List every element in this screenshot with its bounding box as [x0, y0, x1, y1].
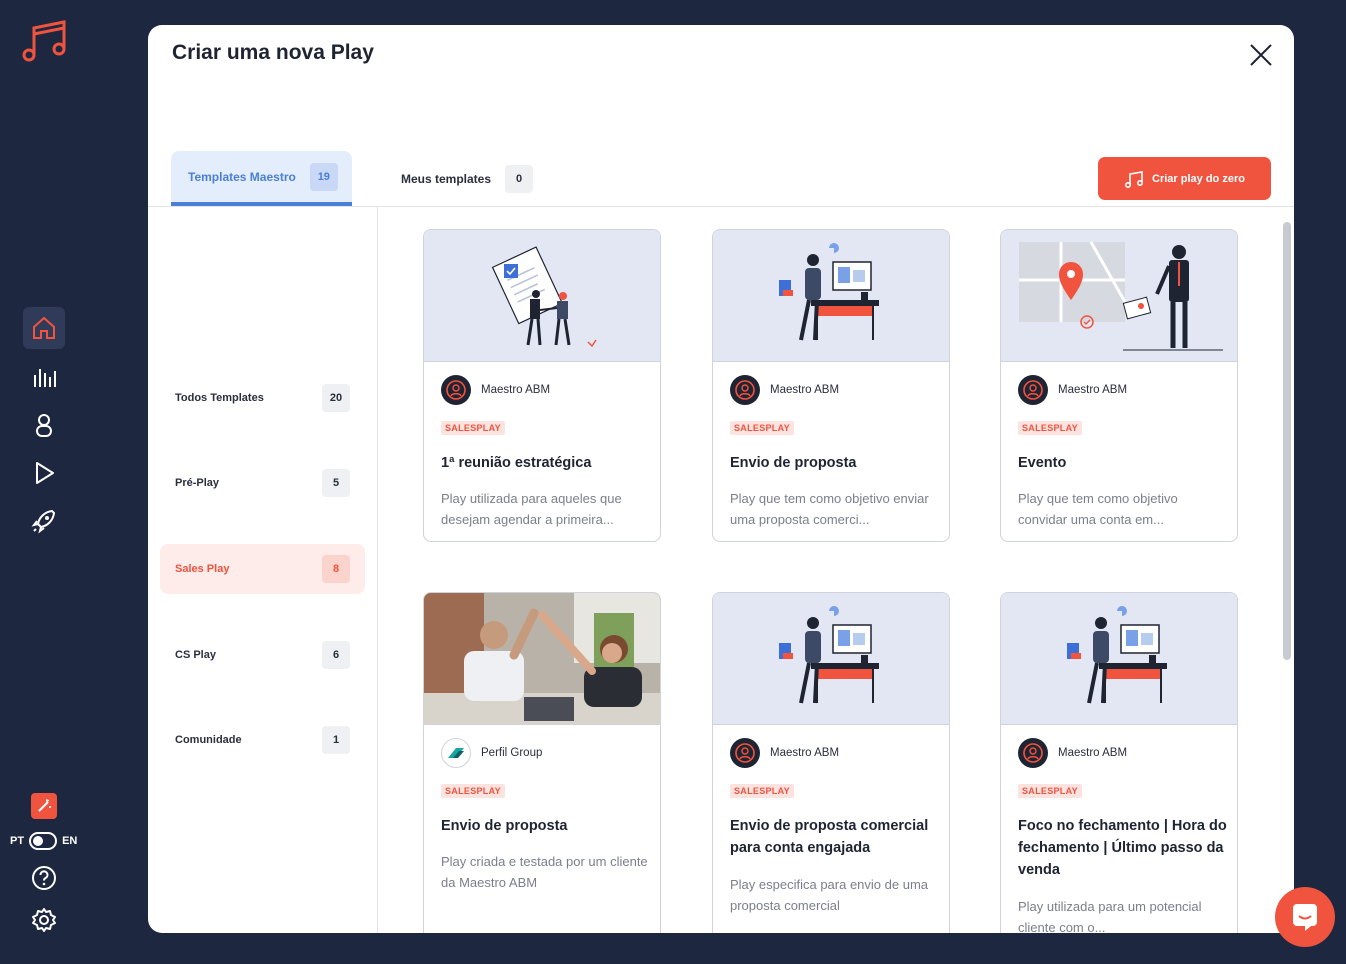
card-title: Envio de proposta [441, 818, 568, 834]
category-pre-play[interactable]: Pré-Play 5 [160, 458, 365, 508]
card-tag: SALESPLAY [441, 784, 505, 798]
card-author: Perfil Group [441, 738, 542, 768]
scrollbar[interactable] [1283, 222, 1291, 660]
author-name: Maestro ABM [770, 384, 840, 396]
tab-meus-templates[interactable]: Meus templates 0 [401, 151, 534, 206]
card-title: Envio de proposta [730, 455, 857, 471]
category-cs-play[interactable]: CS Play 6 [160, 630, 365, 680]
card-author: Maestro ABM [730, 738, 839, 768]
template-card[interactable]: Perfil Group SALESPLAY Envio de proposta… [423, 592, 661, 933]
play-icon[interactable] [23, 452, 65, 494]
lang-switch[interactable] [29, 832, 58, 850]
category-todos-templates[interactable]: Todos Templates 20 [160, 373, 365, 423]
app-rail: PT EN [0, 0, 88, 964]
music-note-logo-icon[interactable] [20, 16, 70, 66]
magic-wand-icon[interactable] [31, 793, 57, 819]
close-icon[interactable] [1248, 42, 1274, 68]
create-play-modal: Criar uma nova Play Templates Maestro 19… [148, 25, 1294, 933]
category-label: Sales Play [175, 563, 230, 575]
author-name: Maestro ABM [481, 384, 551, 396]
card-description: Play utilizada para um potencial cliente… [1018, 899, 1202, 933]
card-author: Maestro ABM [730, 375, 839, 405]
modal-title: Criar uma nova Play [172, 41, 374, 64]
language-toggle[interactable]: PT EN [10, 831, 80, 851]
template-card[interactable]: Maestro ABM SALESPLAY 1ª reunião estraté… [423, 229, 661, 542]
card-title: Envio de proposta comercial para conta e… [730, 818, 929, 856]
card-description: Play que tem como objetivo convidar uma … [1018, 491, 1178, 527]
card-description: Play criada e testada por um cliente da … [441, 854, 648, 890]
category-count: 20 [322, 384, 350, 412]
tab-count: 0 [505, 164, 534, 193]
category-label: Pré-Play [175, 477, 220, 489]
category-count: 5 [322, 469, 350, 497]
card-illustration [424, 230, 660, 362]
card-author: Maestro ABM [1018, 738, 1127, 768]
help-icon[interactable] [23, 857, 65, 899]
author-name: Maestro ABM [770, 747, 840, 759]
avatar [441, 738, 471, 768]
rocket-icon[interactable] [23, 500, 65, 542]
card-tag: SALESPLAY [730, 421, 794, 435]
bar-chart-icon[interactable] [23, 356, 65, 398]
tab-label: Meus templates [401, 171, 492, 186]
card-tag: SALESPLAY [730, 784, 794, 798]
author-name: Maestro ABM [1058, 747, 1128, 759]
card-title: 1ª reunião estratégica [441, 455, 592, 471]
avatar [730, 738, 760, 768]
avatar [441, 375, 471, 405]
card-illustration [713, 593, 949, 725]
card-tag: SALESPLAY [1018, 421, 1082, 435]
category-comunidade[interactable]: Comunidade 1 [160, 715, 365, 765]
category-label: CS Play [175, 649, 216, 661]
avatar [730, 375, 760, 405]
avatar [1018, 375, 1048, 405]
chat-bubble-icon [1293, 904, 1317, 931]
create-play-from-scratch-button[interactable]: Criar play do zero [1098, 157, 1271, 200]
create-play-label: Criar play do zero [1152, 172, 1245, 185]
card-illustration [1001, 230, 1237, 362]
template-card[interactable]: Maestro ABM SALESPLAY Evento Play que te… [1000, 229, 1238, 542]
settings-gear-icon[interactable] [23, 899, 65, 941]
category-count: 6 [322, 641, 350, 669]
tab-templates-maestro[interactable]: Templates Maestro 19 [171, 151, 352, 206]
lang-en-label: EN [62, 835, 78, 847]
card-description: Play utilizada para aqueles que desejam … [441, 491, 622, 527]
lang-pt-label: PT [10, 835, 25, 847]
category-label: Comunidade [175, 734, 242, 746]
card-tag: SALESPLAY [441, 421, 505, 435]
card-illustration [1001, 593, 1237, 725]
template-card[interactable]: Maestro ABM SALESPLAY Foco no fechamento… [1000, 592, 1238, 933]
category-count: 1 [322, 726, 350, 754]
card-photo [424, 593, 660, 725]
home-icon[interactable] [23, 307, 65, 349]
divider [148, 206, 1294, 207]
tab-label: Templates Maestro [188, 169, 296, 184]
card-author: Maestro ABM [1018, 375, 1127, 405]
user-icon[interactable] [23, 404, 65, 446]
music-note-icon [1125, 170, 1144, 188]
chat-support-button[interactable] [1275, 887, 1335, 947]
divider [377, 207, 378, 933]
card-title: Evento [1018, 455, 1067, 471]
category-count: 8 [322, 555, 350, 583]
category-sales-play[interactable]: Sales Play 8 [160, 544, 365, 594]
avatar [1018, 738, 1048, 768]
author-name: Maestro ABM [1058, 384, 1128, 396]
card-author: Maestro ABM [441, 375, 550, 405]
card-illustration [713, 230, 949, 362]
card-description: Play especifica para envio de uma propos… [730, 877, 929, 913]
tab-count: 19 [309, 162, 338, 191]
card-title: Foco no fechamento | Hora do fechamento … [1018, 818, 1227, 878]
card-description: Play que tem como objetivo enviar uma pr… [730, 491, 929, 527]
author-name: Perfil Group [481, 747, 543, 759]
card-tag: SALESPLAY [1018, 784, 1082, 798]
category-label: Todos Templates [175, 392, 264, 404]
template-card[interactable]: Maestro ABM SALESPLAY Envio de proposta … [712, 229, 950, 542]
template-card[interactable]: Maestro ABM SALESPLAY Envio de proposta … [712, 592, 950, 933]
